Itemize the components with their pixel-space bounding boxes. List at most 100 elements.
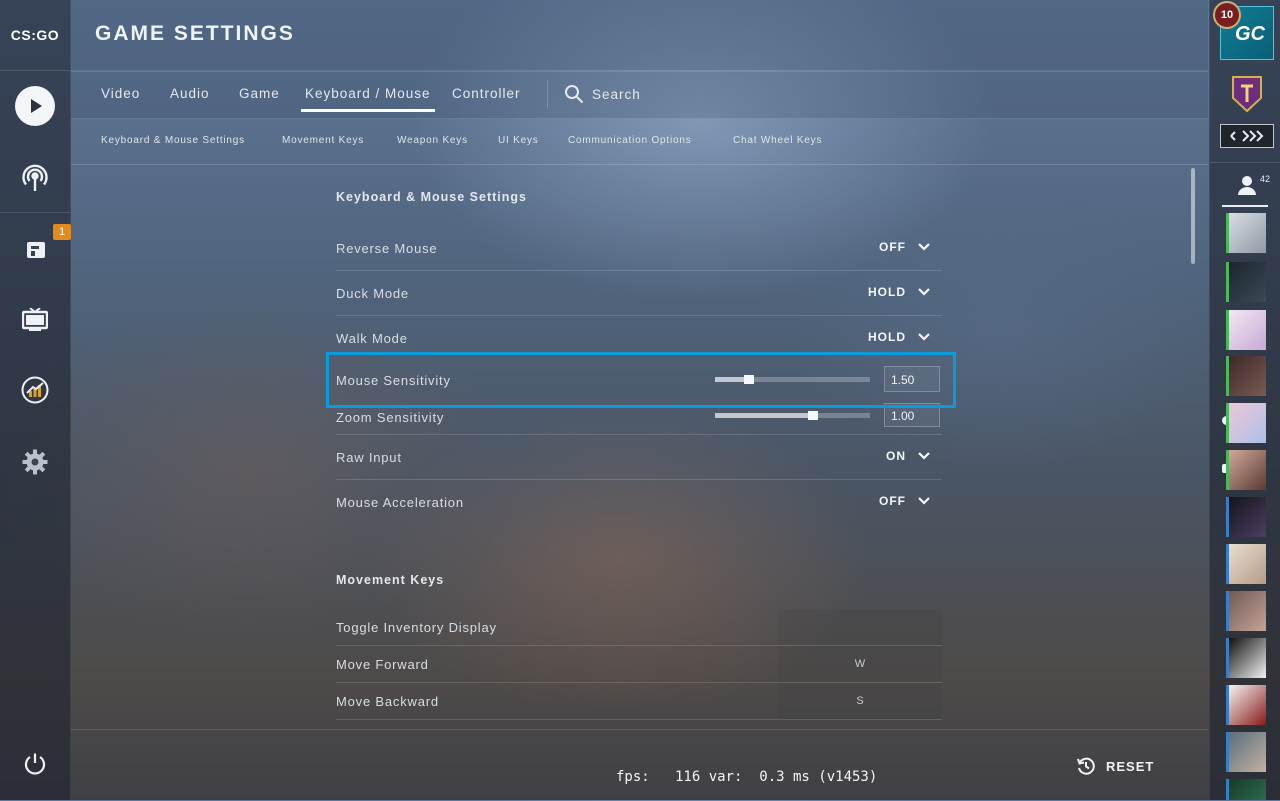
reset-button[interactable]: RESET bbox=[1076, 756, 1154, 776]
slider-thumb[interactable] bbox=[808, 411, 818, 420]
chevron-down-icon bbox=[918, 243, 930, 251]
play-icon bbox=[15, 86, 55, 126]
keybind-cell[interactable] bbox=[778, 609, 942, 645]
power-icon bbox=[24, 753, 46, 775]
setting-label: Walk Mode bbox=[336, 331, 408, 346]
setting-row-duck-mode: Duck Mode HOLD bbox=[336, 271, 942, 316]
setting-row-raw-input: Raw Input ON bbox=[336, 435, 942, 480]
friend-avatar[interactable] bbox=[1226, 732, 1266, 772]
setting-label: Reverse Mouse bbox=[336, 241, 438, 256]
rank-emblem-icon[interactable] bbox=[1220, 72, 1274, 116]
chevron-down-icon bbox=[918, 497, 930, 505]
slider-fill bbox=[715, 413, 813, 418]
friends-count: 42 bbox=[1260, 174, 1271, 184]
key-row-move-forward: Move Forward W bbox=[336, 646, 942, 683]
setting-label: Duck Mode bbox=[336, 286, 409, 301]
service-medal-icon[interactable] bbox=[1220, 122, 1274, 150]
section-title-kbm: Keyboard & Mouse Settings bbox=[336, 190, 527, 204]
zoom-sensitivity-slider[interactable] bbox=[715, 411, 870, 420]
setting-label: Zoom Sensitivity bbox=[336, 410, 445, 425]
tab-audio[interactable]: Audio bbox=[170, 86, 210, 101]
friend-avatar[interactable] bbox=[1226, 356, 1266, 396]
subtab-ui-keys[interactable]: UI Keys bbox=[498, 135, 539, 146]
broadcast-icon bbox=[22, 164, 48, 191]
key-row-toggle-inventory: Toggle Inventory Display bbox=[336, 609, 942, 646]
header: GAME SETTINGS bbox=[71, 0, 1208, 70]
reset-label: RESET bbox=[1106, 758, 1155, 774]
friend-avatar[interactable] bbox=[1226, 685, 1266, 725]
chevron-down-icon bbox=[918, 452, 930, 460]
setting-label: Raw Input bbox=[336, 450, 402, 465]
dropdown-value: HOLD bbox=[868, 330, 906, 344]
left-nav: CS:GO 1 bbox=[0, 0, 71, 800]
panel-divider bbox=[1210, 162, 1280, 163]
duck-mode-dropdown[interactable]: HOLD bbox=[868, 285, 930, 299]
dropdown-value: HOLD bbox=[868, 285, 906, 299]
friend-avatar[interactable] bbox=[1226, 497, 1266, 537]
friend-avatar[interactable] bbox=[1226, 638, 1266, 678]
dropdown-value: ON bbox=[886, 449, 906, 463]
fps-readout: fps: 116 var: 0.3 ms (v1453) bbox=[616, 769, 878, 785]
play-button[interactable] bbox=[0, 76, 70, 136]
tab-game[interactable]: Game bbox=[239, 86, 280, 101]
tab-controller[interactable]: Controller bbox=[452, 86, 521, 101]
gear-icon bbox=[22, 449, 48, 475]
friend-avatar[interactable] bbox=[1226, 450, 1266, 490]
inventory-badge: 1 bbox=[53, 224, 71, 240]
key-label: Move Forward bbox=[336, 657, 429, 672]
search-icon bbox=[565, 85, 584, 104]
csgo-logo[interactable]: CS:GO bbox=[0, 0, 70, 71]
stats-button[interactable] bbox=[0, 360, 70, 420]
key-row-move-backward: Move Backward S bbox=[336, 683, 942, 720]
friend-avatar[interactable] bbox=[1226, 213, 1266, 253]
subtab-communication-options[interactable]: Communication Options bbox=[568, 135, 692, 146]
inventory-icon bbox=[27, 242, 45, 258]
chevron-down-icon bbox=[918, 333, 930, 341]
tab-video[interactable]: Video bbox=[101, 86, 140, 101]
faceit-logo: GC bbox=[1235, 23, 1265, 45]
watch-button[interactable] bbox=[0, 148, 70, 208]
setting-label: Mouse Acceleration bbox=[336, 495, 464, 510]
subtab-movement-keys[interactable]: Movement Keys bbox=[282, 135, 364, 146]
reverse-mouse-dropdown[interactable]: OFF bbox=[879, 240, 930, 254]
keybind-cell[interactable]: W bbox=[778, 646, 942, 682]
friends-panel: GC 10 42 bbox=[1209, 0, 1280, 800]
search-button[interactable]: Search bbox=[564, 84, 641, 104]
tv-button[interactable] bbox=[0, 290, 70, 350]
key-label: Toggle Inventory Display bbox=[336, 620, 497, 635]
subtab-chat-wheel-keys[interactable]: Chat Wheel Keys bbox=[733, 135, 822, 146]
scrollbar[interactable] bbox=[1191, 168, 1195, 264]
key-label: Move Backward bbox=[336, 694, 439, 709]
setting-row-mouse-acceleration: Mouse Acceleration OFF bbox=[336, 480, 942, 524]
mouse-acceleration-dropdown[interactable]: OFF bbox=[879, 494, 930, 508]
tab-keyboard-mouse[interactable]: Keyboard / Mouse bbox=[301, 86, 435, 112]
friend-avatar[interactable] bbox=[1226, 591, 1266, 631]
tab-separator bbox=[547, 80, 548, 108]
friends-icon[interactable] bbox=[1236, 174, 1258, 196]
raw-input-dropdown[interactable]: ON bbox=[886, 449, 930, 463]
friend-avatar[interactable] bbox=[1226, 403, 1266, 443]
dropdown-value: OFF bbox=[879, 494, 906, 508]
section-title-movement: Movement Keys bbox=[336, 573, 445, 587]
friend-avatar[interactable] bbox=[1226, 544, 1266, 584]
page-title: GAME SETTINGS bbox=[95, 22, 295, 45]
inventory-button[interactable]: 1 bbox=[0, 216, 71, 276]
stats-icon bbox=[21, 376, 49, 404]
level-badge: 10 bbox=[1213, 1, 1241, 29]
subtab-weapon-keys[interactable]: Weapon Keys bbox=[397, 135, 468, 146]
power-button[interactable] bbox=[0, 734, 70, 794]
subtab-keyboard-mouse-settings[interactable]: Keyboard & Mouse Settings bbox=[101, 135, 245, 146]
dropdown-value: OFF bbox=[879, 240, 906, 254]
friend-avatar[interactable] bbox=[1226, 779, 1266, 800]
profile-avatar[interactable]: GC 10 bbox=[1213, 1, 1274, 60]
friend-avatar[interactable] bbox=[1226, 310, 1266, 350]
walk-mode-dropdown[interactable]: HOLD bbox=[868, 330, 930, 344]
highlight-box bbox=[326, 352, 956, 408]
nav-divider bbox=[0, 212, 70, 213]
friend-avatar[interactable] bbox=[1226, 262, 1266, 302]
search-label: Search bbox=[592, 86, 641, 102]
keybind-cell[interactable]: S bbox=[778, 683, 942, 719]
reset-icon bbox=[1077, 757, 1095, 775]
chevron-down-icon bbox=[918, 288, 930, 296]
settings-button[interactable] bbox=[0, 432, 70, 492]
